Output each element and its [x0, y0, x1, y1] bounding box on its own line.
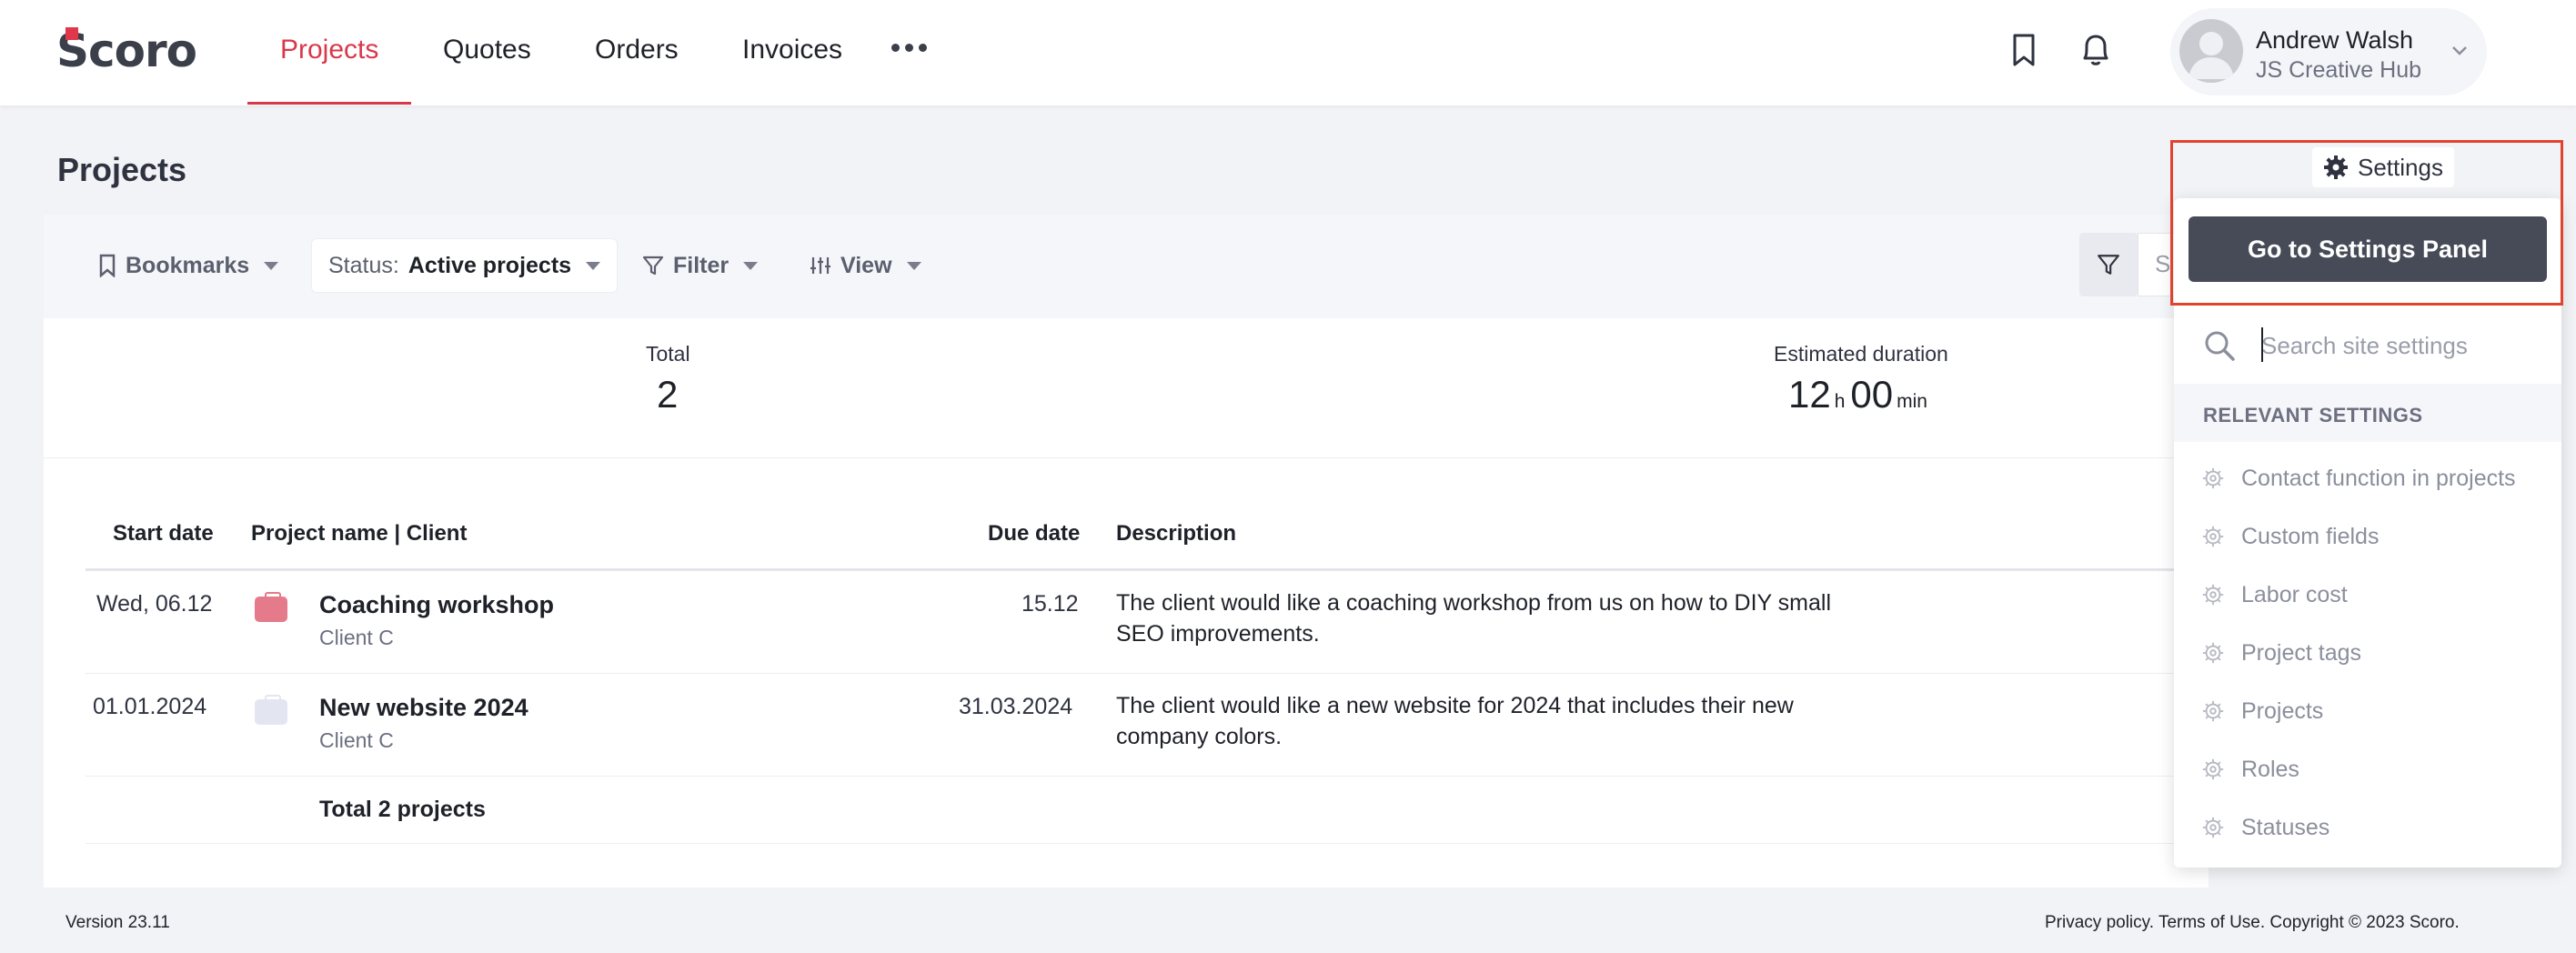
column-header-start-date[interactable]: Start date — [113, 521, 214, 547]
gear-icon — [2202, 758, 2224, 780]
caret-down-icon — [586, 261, 601, 270]
row-1-start-date: Wed, 06.12 — [96, 591, 213, 617]
highlight-box — [2170, 140, 2563, 306]
status-filter-dropdown[interactable]: Status: Active projects — [311, 238, 619, 293]
gear-icon — [2202, 700, 2224, 722]
table-header-divider — [86, 568, 2209, 571]
status-prefix: Status: — [328, 252, 399, 278]
avatar — [2179, 19, 2243, 83]
settings-item-label: Roles — [2241, 756, 2299, 782]
nav-active-indicator — [247, 102, 411, 105]
settings-item[interactable]: Contact function in projects — [2201, 460, 2516, 497]
briefcase-icon — [255, 592, 287, 622]
column-header-project-name[interactable]: Project name | Client — [251, 521, 467, 547]
caret-down-icon — [264, 261, 279, 270]
bookmark-icon — [99, 254, 116, 277]
settings-item[interactable]: Custom fields — [2201, 518, 2379, 555]
total-value: 2 — [657, 373, 679, 416]
settings-item[interactable]: Project tags — [2201, 635, 2361, 671]
list-toolbar: Bookmarks Status: Active projects Filter… — [44, 215, 2209, 318]
estimated-duration-value: 12 h 00 min — [1788, 373, 1933, 416]
settings-item-label: Statuses — [2241, 814, 2330, 840]
nav-projects[interactable]: Projects — [280, 0, 378, 105]
more-menu-icon[interactable] — [891, 44, 927, 52]
row-2-client[interactable]: Client C — [319, 728, 394, 753]
text-cursor — [2261, 327, 2263, 362]
status-value: Active projects — [408, 252, 572, 278]
row-2-start-date: 01.01.2024 — [93, 694, 207, 719]
summary-stats: Total 2 Estimated duration 12 h 00 min — [44, 318, 2209, 458]
bell-icon[interactable] — [2073, 27, 2118, 73]
caret-down-icon — [743, 261, 759, 270]
row-divider — [86, 673, 2209, 674]
gear-icon — [2202, 584, 2224, 606]
column-header-description[interactable]: Description — [1116, 521, 1236, 547]
scoro-logo[interactable]: Scoro — [56, 25, 197, 77]
duration-minutes: 00 — [1850, 373, 1894, 416]
duration-minutes-unit: min — [1897, 391, 1927, 412]
user-company: JS Creative Hub — [2256, 57, 2422, 83]
settings-item[interactable]: Labor cost — [2201, 577, 2348, 613]
duration-hours-unit: h — [1834, 391, 1846, 412]
quick-filter-button[interactable] — [2079, 233, 2138, 296]
filter-label: Filter — [673, 252, 730, 278]
page-title: Projects — [57, 151, 187, 188]
table-total: Total 2 projects — [319, 797, 486, 822]
gear-icon — [2202, 526, 2224, 547]
settings-item[interactable]: Statuses — [2201, 809, 2329, 846]
row-divider — [86, 843, 2209, 844]
settings-item[interactable]: Roles — [2201, 751, 2299, 787]
row-divider — [86, 776, 2209, 777]
settings-item-label: Custom fields — [2241, 523, 2380, 549]
gear-icon — [2202, 817, 2224, 838]
logo-mark — [65, 27, 78, 40]
estimated-duration-label: Estimated duration — [1774, 342, 1948, 366]
gear-icon — [2202, 467, 2224, 489]
total-label: Total — [646, 342, 690, 366]
row-2-description: The client would like a new website for … — [1116, 693, 1794, 749]
footer-legal-links[interactable]: Privacy policy. Terms of Use. Copyright … — [2045, 913, 2460, 933]
filter-icon — [2098, 255, 2119, 275]
row-2-project-name[interactable]: New website 2024 — [319, 694, 528, 722]
nav-orders[interactable]: Orders — [595, 0, 679, 105]
row-1-due-date: 15.12 — [1021, 591, 1079, 617]
bookmark-icon[interactable] — [2001, 27, 2047, 73]
duration-hours: 12 — [1788, 373, 1831, 416]
settings-search-input[interactable] — [2261, 326, 2543, 366]
column-header-due-date[interactable]: Due date — [988, 521, 1080, 547]
settings-item[interactable]: Projects — [2201, 693, 2323, 729]
gear-icon — [2202, 642, 2224, 664]
row-2-due-date: 31.03.2024 — [959, 694, 1073, 719]
view-columns-icon — [810, 257, 830, 274]
user-menu[interactable]: Andrew Walsh JS Creative Hub — [2170, 8, 2487, 95]
settings-item-label: Project tags — [2241, 639, 2362, 666]
bookmarks-dropdown[interactable]: Bookmarks — [98, 238, 279, 293]
nav-invoices[interactable]: Invoices — [742, 0, 842, 105]
search-icon — [2205, 331, 2235, 361]
row-1-client[interactable]: Client C — [319, 626, 394, 650]
row-1-description: The client would like a coaching worksho… — [1116, 590, 1832, 647]
version-text: Version 23.11 — [65, 913, 170, 932]
projects-card: Bookmarks Status: Active projects Filter… — [44, 215, 2209, 888]
settings-item-label: Labor cost — [2241, 581, 2348, 607]
nav-quotes[interactable]: Quotes — [443, 0, 531, 105]
caret-down-icon — [906, 261, 921, 270]
chevron-down-icon — [2450, 45, 2469, 62]
briefcase-icon — [255, 695, 287, 725]
relevant-settings-title: RELEVANT SETTINGS — [2203, 404, 2423, 426]
filter-dropdown[interactable]: Filter — [642, 238, 759, 293]
view-label: View — [840, 252, 892, 278]
filter-icon — [642, 256, 664, 276]
bookmarks-label: Bookmarks — [126, 252, 250, 278]
settings-search[interactable] — [2174, 309, 2561, 382]
row-1-project-name[interactable]: Coaching workshop — [319, 591, 554, 619]
settings-item-label: Projects — [2241, 697, 2324, 724]
user-name: Andrew Walsh — [2256, 26, 2414, 54]
view-dropdown[interactable]: View — [810, 238, 921, 293]
relevant-settings-header: RELEVANT SETTINGS — [2174, 384, 2561, 442]
settings-item-label: Contact function in projects — [2241, 465, 2516, 491]
top-navigation-bar: Scoro Projects Quotes Orders Invoices An… — [0, 0, 2576, 105]
